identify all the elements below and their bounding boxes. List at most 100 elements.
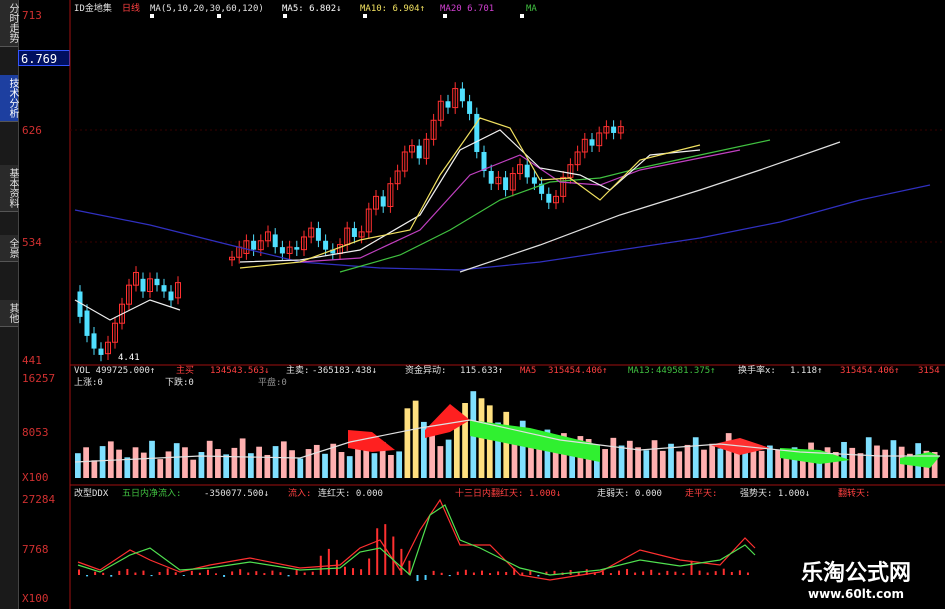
ddx-bar-24 (271, 570, 274, 575)
vol-bar-33 (346, 456, 353, 478)
vol-bar-8 (140, 452, 147, 478)
watermark-title: 乐淘公式网 (800, 561, 911, 586)
ddx-bar-29 (311, 571, 314, 575)
candle-a-body-3 (98, 348, 104, 355)
zhumai2-label: 主卖: (286, 364, 309, 376)
candle-b-body-13 (323, 240, 329, 250)
vol-bar-18 (223, 454, 230, 478)
huanshou-value: 1.118↑ (790, 366, 823, 376)
ddx-bar-55 (521, 572, 524, 575)
candle-b-body-9 (294, 247, 300, 250)
vol-ma13-label: MA13: (628, 366, 655, 376)
zijin-value: 115.633↑ (460, 366, 503, 376)
vol-bar-70 (651, 440, 658, 478)
vol-bar-45 (445, 439, 452, 478)
stock-chart: 713 626 534 441 16257 8053 X100 27284 7768 X100 4.… (22, 0, 945, 609)
watermark-url: www.60lt.com (807, 587, 905, 601)
ddx-bar-6 (126, 568, 129, 575)
vol-bar-76 (701, 449, 707, 478)
wuri-value: -350077.500↓ (204, 489, 269, 499)
candle-b-body-53 (611, 126, 617, 133)
vol-tail-value: 315454.406↑ (840, 366, 900, 376)
ddx-bar-18 (223, 575, 226, 577)
vol-bar-95 (857, 453, 864, 478)
candle-b-body-12 (315, 228, 321, 241)
vol-bar-26 (289, 450, 295, 478)
candle-a-body-11 (154, 278, 160, 286)
vol-bar-36 (371, 453, 378, 478)
liuru-label: 流入: (288, 487, 311, 499)
ddx-bar-10 (158, 571, 161, 575)
vol-bar-25 (280, 441, 287, 478)
vol-bar-40 (404, 408, 411, 478)
vol-tick-unit: X100 (22, 471, 49, 484)
candle-b-body-21 (380, 196, 386, 207)
vol-bar-5 (116, 449, 122, 478)
ddx-bar-77 (698, 570, 701, 575)
vol-bar-34 (355, 445, 361, 478)
candle-b-body-50 (589, 139, 595, 146)
ddx-name: 改型DDX (74, 487, 109, 499)
ddx-bar-66 (609, 573, 612, 575)
ddx-bar-1 (86, 575, 89, 577)
ddx-bar-33 (343, 566, 346, 575)
candle-a-body-9 (140, 278, 146, 292)
vol-bar-68 (635, 447, 641, 478)
candle-b-body-36 (488, 171, 494, 184)
vol-bar-20 (239, 438, 246, 478)
ma10-value: MA10: 6.904↑ (360, 4, 425, 14)
ddx-red-line (77, 498, 756, 581)
vol-bar-9 (149, 440, 155, 478)
ddx-bar-2 (94, 571, 97, 575)
vol-bar-29 (313, 444, 320, 478)
vol-ma5-value: 315454.406↑ (548, 366, 608, 376)
ddx-bar-74 (674, 571, 677, 575)
vol-bar-79 (725, 433, 732, 478)
ddx-bar-40 (400, 548, 403, 575)
vol-bar-65 (610, 437, 617, 478)
ddx-tick-top: 27284 (22, 493, 55, 506)
ddx-bar-37 (376, 528, 379, 575)
ddx-bar-30 (319, 555, 322, 575)
vol-bar-47 (462, 403, 468, 478)
ddx-bar-14 (190, 570, 193, 575)
ddx-bar-3 (102, 572, 105, 575)
vol-bar-31 (330, 443, 337, 478)
vol-bar-97 (874, 445, 880, 478)
ddx-bar-9 (150, 575, 153, 577)
ddx-bar-44 (432, 570, 435, 575)
ddx-bar-73 (666, 570, 669, 575)
vol-band-green-2 (780, 448, 850, 464)
ddx-bar-47 (456, 571, 459, 575)
ddx-bar-50 (480, 570, 483, 575)
vol-bar-27 (297, 458, 304, 478)
fanzhuan-label: 翻转天: (838, 487, 870, 499)
vol-value: VOL 499725.000↑ (74, 366, 155, 376)
ddx-bar-4 (110, 575, 113, 577)
vol-bar-67 (626, 440, 633, 478)
ddx-bar-36 (368, 558, 371, 575)
candle-b-body-6 (272, 234, 278, 248)
vol-bar-71 (659, 450, 666, 478)
ddx-bar-53 (505, 571, 508, 575)
shangzhang-label: 上涨:0 (74, 377, 103, 388)
ddx-bar-34 (352, 568, 355, 575)
vol-bar-52 (503, 411, 510, 478)
ddx-bar-7 (134, 572, 137, 575)
header-marker-4 (443, 14, 447, 18)
vol-bar-10 (157, 459, 164, 478)
candle-b-body-38 (503, 177, 509, 191)
header-marker-2 (283, 14, 287, 18)
shisan-label: 十三日内翻红天: 1.000↓ (455, 487, 561, 499)
ddx-bar-51 (489, 573, 492, 575)
vol-bar-24 (272, 446, 279, 478)
ddx-bar-68 (626, 568, 629, 575)
zhumai2-value: -365183.438↓ (312, 366, 377, 376)
vol-bar-16 (206, 440, 213, 478)
candle-b-body-17 (351, 228, 357, 237)
vol-ma5-label: MA5 (520, 366, 536, 376)
ddx-bar-25 (279, 572, 282, 575)
ddx-bar-28 (303, 572, 306, 575)
vol-bar-32 (338, 452, 345, 478)
ddx-bar-22 (255, 571, 258, 575)
